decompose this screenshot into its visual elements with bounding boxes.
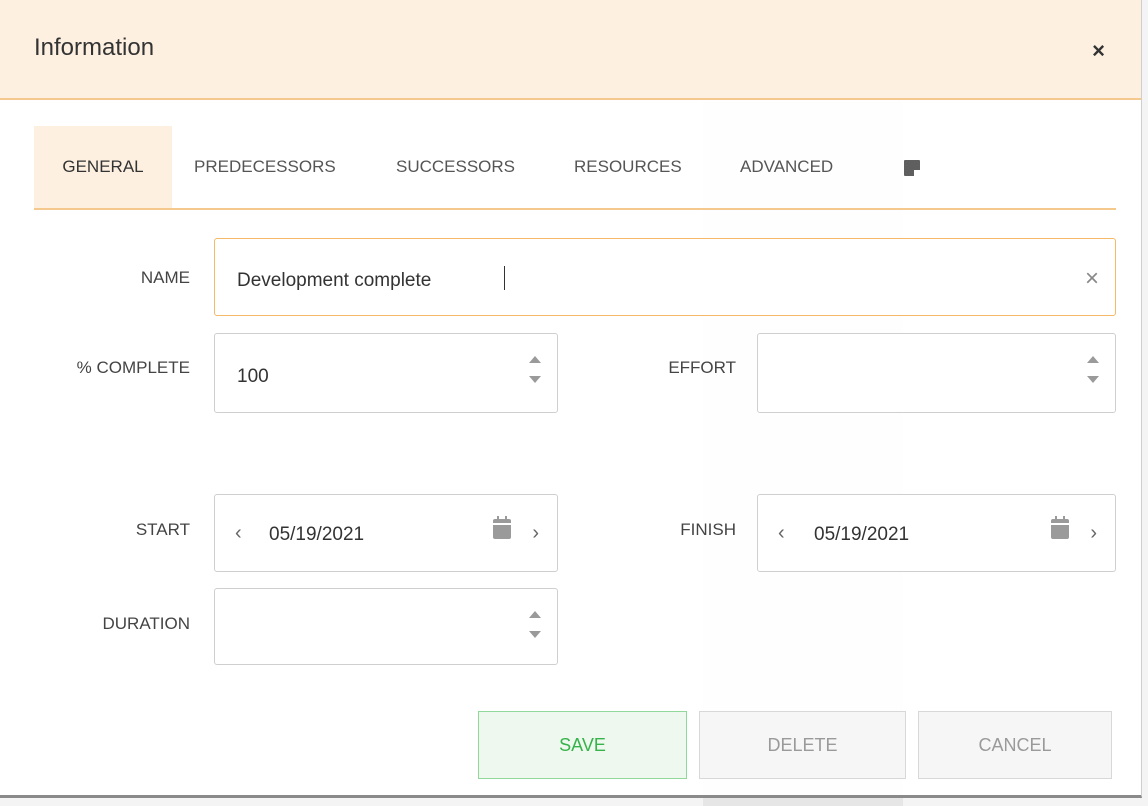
- percent-complete-value: 100: [237, 366, 269, 387]
- tab-general[interactable]: GENERAL: [34, 126, 172, 208]
- tab-successors[interactable]: SUCCESSORS: [396, 126, 515, 208]
- calendar-icon[interactable]: [1051, 516, 1069, 539]
- effort-label: EFFORT: [668, 358, 736, 377]
- percent-complete-label: % COMPLETE: [76, 358, 190, 377]
- spin-down-icon[interactable]: [1087, 376, 1099, 383]
- effort-spinner: [1085, 352, 1101, 392]
- tab-advanced[interactable]: ADVANCED: [740, 126, 833, 208]
- duration-label: DURATION: [102, 614, 190, 633]
- cancel-button[interactable]: CANCEL: [918, 711, 1112, 779]
- finish-date-picker[interactable]: ‹ 05/19/2021 ›: [757, 494, 1116, 572]
- finish-label: FINISH: [680, 520, 736, 539]
- chevron-left-icon[interactable]: ‹: [235, 495, 242, 571]
- spin-down-icon[interactable]: [529, 631, 541, 638]
- note-icon[interactable]: [904, 160, 920, 176]
- dialog-header: Information ×: [0, 0, 1141, 100]
- percent-complete-spinner: [527, 352, 543, 392]
- dialog-title: Information: [34, 34, 155, 61]
- tab-predecessors[interactable]: PREDECESSORS: [194, 126, 336, 208]
- start-date-picker[interactable]: ‹ 05/19/2021 ›: [214, 494, 558, 572]
- name-value: Development complete: [237, 270, 432, 291]
- chevron-right-icon[interactable]: ›: [532, 495, 539, 571]
- clear-icon[interactable]: ×: [1085, 239, 1099, 319]
- delete-button[interactable]: DELETE: [699, 711, 906, 779]
- finish-date-value: 05/19/2021: [814, 524, 910, 545]
- tab-resources[interactable]: RESOURCES: [574, 126, 682, 208]
- tab-bar: GENERAL PREDECESSORS SUCCESSORS RESOURCE…: [34, 126, 1116, 210]
- chevron-left-icon[interactable]: ‹: [778, 495, 785, 571]
- spin-up-icon[interactable]: [1087, 356, 1099, 363]
- name-input[interactable]: Development complete ×: [214, 238, 1116, 316]
- information-dialog: Information × GENERAL PREDECESSORS SUCCE…: [0, 0, 1142, 798]
- save-button[interactable]: SAVE: [478, 711, 687, 779]
- start-label: START: [135, 520, 190, 539]
- effort-input[interactable]: [757, 333, 1116, 413]
- close-icon[interactable]: ×: [1092, 38, 1105, 64]
- text-cursor: [504, 266, 505, 290]
- spin-down-icon[interactable]: [529, 376, 541, 383]
- chevron-right-icon[interactable]: ›: [1090, 495, 1097, 571]
- spin-up-icon[interactable]: [529, 356, 541, 363]
- duration-input[interactable]: [214, 588, 558, 665]
- percent-complete-input[interactable]: 100: [214, 333, 558, 413]
- calendar-icon[interactable]: [493, 516, 511, 539]
- name-label: NAME: [140, 268, 190, 287]
- start-date-value: 05/19/2021: [269, 524, 365, 545]
- spin-up-icon[interactable]: [529, 611, 541, 618]
- duration-spinner: [527, 607, 543, 647]
